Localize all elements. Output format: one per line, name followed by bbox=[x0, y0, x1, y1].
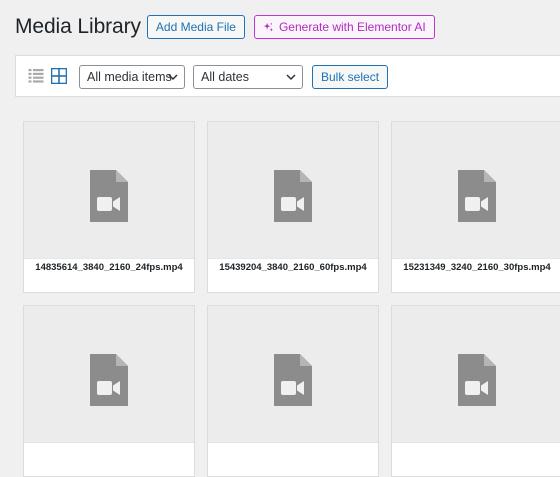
list-view-icon[interactable] bbox=[28, 68, 44, 84]
ai-button-label: Generate with Elementor AI bbox=[278, 20, 426, 34]
media-filename bbox=[392, 442, 560, 476]
media-preview bbox=[392, 306, 560, 442]
media-type-filter[interactable]: All media items bbox=[79, 65, 185, 89]
generate-with-elementor-ai-button[interactable]: Generate with Elementor AI bbox=[253, 15, 435, 39]
media-toolbar: All media items All dates Bulk select bbox=[15, 55, 560, 97]
grid-view-icon[interactable] bbox=[51, 68, 67, 84]
media-type-filter-value: All media items bbox=[87, 70, 172, 84]
media-item[interactable] bbox=[391, 305, 560, 477]
media-filename bbox=[24, 442, 194, 476]
date-filter-value: All dates bbox=[201, 70, 249, 84]
chevron-down-icon bbox=[168, 74, 178, 81]
media-filename: 14835614_3840_2160_24fps.mp4 bbox=[24, 258, 194, 292]
video-file-icon bbox=[458, 354, 496, 406]
media-item[interactable]: 15439204_3840_2160_60fps.mp4 bbox=[207, 121, 379, 293]
media-preview bbox=[24, 306, 194, 442]
media-item[interactable] bbox=[207, 305, 379, 477]
media-item[interactable]: 15231349_3240_2160_30fps.mp4 bbox=[391, 121, 560, 293]
date-filter[interactable]: All dates bbox=[193, 65, 303, 89]
video-file-icon bbox=[458, 170, 496, 222]
media-preview bbox=[208, 306, 378, 442]
page-title: Media Library bbox=[15, 15, 141, 38]
video-file-icon bbox=[90, 354, 128, 406]
media-filename: 15231349_3240_2160_30fps.mp4 bbox=[392, 258, 560, 292]
bulk-select-button[interactable]: Bulk select bbox=[312, 65, 389, 89]
media-item[interactable]: 14835614_3840_2160_24fps.mp4 bbox=[23, 121, 195, 293]
page-header: Media Library Add Media File Generate wi… bbox=[15, 14, 435, 40]
video-file-icon bbox=[274, 170, 312, 222]
add-media-file-button[interactable]: Add Media File bbox=[146, 15, 245, 39]
media-item[interactable] bbox=[23, 305, 195, 477]
chevron-down-icon bbox=[286, 74, 296, 81]
media-filename: 15439204_3840_2160_60fps.mp4 bbox=[208, 258, 378, 292]
media-preview bbox=[208, 122, 378, 258]
video-file-icon bbox=[274, 354, 312, 406]
video-file-icon bbox=[90, 170, 128, 222]
sparkle-icon bbox=[263, 22, 274, 32]
media-filename bbox=[208, 442, 378, 476]
media-preview bbox=[392, 122, 560, 258]
media-preview bbox=[24, 122, 194, 258]
